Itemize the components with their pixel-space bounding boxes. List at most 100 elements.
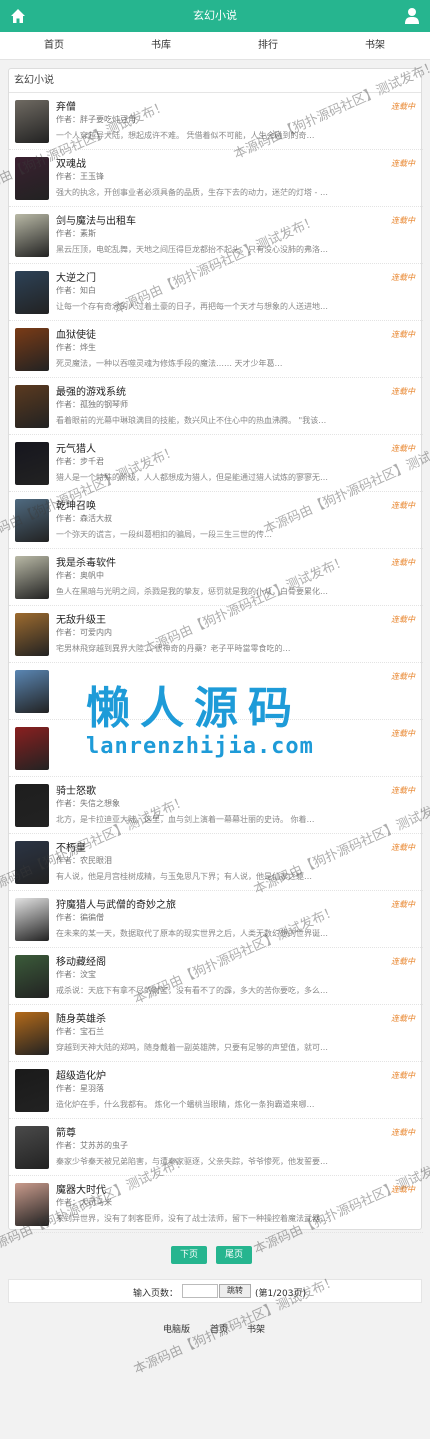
book-item[interactable]: 最强的游戏系统 作者：孤独的钢琴师 看着眼前的光幕中琳琅满目的技能，数兴风止不住心中… — [9, 378, 423, 435]
book-status: 连载中 — [391, 957, 415, 966]
book-intro: 鱼人在黑暗与光明之间，杀戮是我的挚友，惩罚就是我的仆从，白骨要累化作我… — [56, 587, 328, 596]
book-status: 连载中 — [391, 501, 415, 510]
book-title[interactable]: 魔器大时代 — [56, 1181, 106, 1196]
book-title[interactable]: 元气猎人 — [56, 440, 96, 455]
nav-bookshelf[interactable]: 书架 — [345, 32, 405, 60]
book-intro: 秦家少爷秦天被兄弟陷害，与遭秦家驱逐，父亲失踪，爷爷惨死，他发誓要打败敌… — [56, 1157, 328, 1166]
book-item[interactable]: 元气猎人作者：步千君猎人是一个特殊的阶级，人人都想成为猎人，但是能通过猎人试炼的… — [9, 435, 423, 492]
nav-library[interactable]: 书库 — [131, 32, 191, 60]
book-author: 作者：孤独的钢琴师 — [56, 400, 128, 409]
book-cover[interactable] — [15, 1012, 49, 1055]
book-cover[interactable] — [15, 670, 49, 713]
book-author: 作者：步千君 — [56, 457, 104, 466]
book-title[interactable]: 大逆之门 — [56, 269, 96, 284]
user-icon[interactable] — [404, 7, 420, 24]
book-cover[interactable] — [15, 442, 49, 485]
book-cover[interactable] — [15, 328, 49, 371]
book-intro: 在未来的某一天，数据取代了原本的现实世界之后，人类无数幻想的世界诞生了… — [56, 929, 328, 938]
jump-button[interactable]: 跳转 — [219, 1284, 251, 1298]
book-author: 作者：奥帆中 — [56, 571, 104, 580]
book-item[interactable]: 移动藏经阁 作者：汶宝 戒杀说：天底下有拿不尽的财宝，没有看不了的霹，多大的苦你要吃… — [9, 948, 423, 1005]
book-status: 连载中 — [391, 102, 415, 111]
book-item[interactable]: 剑与魔法与出租车作者：素斯黑云压顶，电蛇乱舞，天地之间压得巨龙都抬不起头，只有没… — [9, 207, 423, 264]
book-title[interactable]: 移动藏经阁 — [56, 953, 106, 968]
nav-ranking[interactable]: 排行 — [238, 32, 298, 60]
book-title[interactable]: 狩魔猎人与武僧的奇妙之旅 — [56, 896, 176, 911]
book-title[interactable]: 乾坤召唤 — [56, 497, 96, 512]
book-item[interactable]: 大逆之门 作者：知白 让每一个存有奇念的人过着土豪的日子，再把每一个天才与想象的人送… — [9, 264, 423, 321]
book-title[interactable]: 剑与魔法与出租车 — [56, 212, 136, 227]
book-title[interactable]: 血狱使徒 — [56, 326, 96, 341]
book-intro: 黑云压顶，电蛇乱舞，天地之间压得巨龙都抬不起头，只有没心没肺的弗洛还能看… — [56, 245, 328, 254]
book-author: 作者：徧徧僧 — [56, 913, 104, 922]
book-cover[interactable] — [15, 613, 49, 656]
footer-desktop-link[interactable]: 电脑版 — [163, 1322, 190, 1335]
book-cover[interactable] — [15, 556, 49, 599]
book-cover[interactable] — [15, 841, 49, 884]
book-cover[interactable] — [15, 271, 49, 314]
book-intro: 穿越到天神大陆的郑鸣，随身戴着一副英雄牌，只要有足够的声望值，就可以召唤出… — [56, 1043, 328, 1052]
book-cover[interactable] — [15, 1126, 49, 1169]
book-item[interactable]: 超级造化炉 作者：星羽落 造化炉在手，什么我都有。 炼化一个蟠桃当眼睛，炼化一条狗霸… — [9, 1062, 423, 1119]
book-cover[interactable] — [15, 1183, 49, 1226]
book-status: 连载中 — [391, 672, 415, 681]
book-title[interactable]: 我是杀毒软件 — [56, 554, 116, 569]
footer-bookshelf-link[interactable]: 书架 — [247, 1322, 265, 1335]
book-title[interactable]: 双魂战 — [56, 155, 86, 170]
book-cover[interactable] — [15, 157, 49, 200]
nav-home[interactable]: 首页 — [24, 32, 84, 60]
book-status: 连载中 — [391, 1014, 415, 1023]
book-item[interactable]: 连载中 — [9, 720, 423, 777]
book-item[interactable]: 我是杀毒软件作者：奥帆中鱼人在黑暗与光明之间，杀戮是我的挚友，惩罚就是我的仆从，… — [9, 549, 423, 606]
book-item[interactable]: 箭尊 作者：艾苏苏的虫子 秦家少爷秦天被兄弟陷害，与遭秦家驱逐，父亲失踪，爷爷惨死，… — [9, 1119, 423, 1176]
book-intro: 有人说，他是月宫桂树成精，与玉兔思凡下界；有人说，他是仙家之躯… — [56, 872, 312, 881]
book-title[interactable]: 弃僧 — [56, 98, 76, 113]
book-status: 连载中 — [391, 216, 415, 225]
book-title[interactable]: 最强的游戏系统 — [56, 383, 126, 398]
book-status: 连载中 — [391, 1185, 415, 1194]
book-item[interactable]: 双魂战 作者：王玉锋 强大的执念，开创事业者必须具备的品质，生存下去的动力，迷茫的灯… — [9, 150, 423, 207]
book-author: 作者：素斯 — [56, 229, 96, 238]
book-item[interactable]: 随身英雄杀 作者：宝石兰 穿越到天神大陆的郑鸣，随身戴着一副英雄牌，只要有足够的声望… — [9, 1005, 423, 1062]
book-cover[interactable] — [15, 1069, 49, 1112]
book-author: 作者：王玉锋 — [56, 172, 104, 181]
book-cover[interactable] — [15, 727, 49, 770]
book-item[interactable]: 乾坤召唤 作者：森活大叔 一个弥天的谎言，一段纠葛相扣的骗局，一段三生三世的传… 连载… — [9, 492, 423, 549]
book-item[interactable]: 弃僧 作者：胖子要吃炖豆角 一个人穿越异大陆，想起成许不难。 凭借着似不可能，人生会… — [9, 93, 423, 150]
next-page-button[interactable]: 下页 — [171, 1246, 207, 1264]
book-status: 连载中 — [391, 330, 415, 339]
book-item[interactable]: 不朽皇 作者：农民眼泪 有人说，他是月宫桂树成精，与玉兔思凡下界；有人说，他是仙家之… — [9, 834, 423, 891]
book-cover[interactable] — [15, 955, 49, 998]
book-cover[interactable] — [15, 214, 49, 257]
book-item[interactable]: 无敌升级王 作者：可爱内内 宅男林飛穿越到異界大陸… 很神奇的丹藥？老子平時當零食吃… — [9, 606, 423, 663]
book-status: 连载中 — [391, 1128, 415, 1137]
book-title[interactable]: 不朽皇 — [56, 839, 86, 854]
page-number-input[interactable] — [182, 1284, 218, 1298]
book-author: 作者：失信之想象 — [56, 799, 120, 808]
book-item[interactable]: 连载中 — [9, 663, 423, 720]
book-title[interactable]: 箭尊 — [56, 1124, 76, 1139]
pager: 下页 尾页 — [0, 1246, 430, 1266]
book-title[interactable]: 超级造化炉 — [56, 1067, 106, 1082]
top-bar: 玄幻小说 — [0, 0, 430, 32]
book-status: 连载中 — [391, 387, 415, 396]
book-item[interactable]: 狩魔猎人与武僧的奇妙之旅作者：徧徧僧在未来的某一天，数据取代了原本的现实世界之后… — [9, 891, 423, 948]
book-author: 作者：胖子要吃炖豆角 — [56, 115, 136, 124]
book-intro: 死灵魔法，一种以吞噬灵魂为修炼手段的魔法…… 天才少年葛… — [56, 359, 283, 368]
page-info: (第1/203页) — [255, 1289, 306, 1299]
book-title[interactable]: 骑士怒歌 — [56, 782, 96, 797]
book-title[interactable]: 随身英雄杀 — [56, 1010, 106, 1025]
book-item[interactable]: 魔器大时代 作者：大司马米 来到异世界，没有了刺客臣师，没有了战士法师，留下一种操控… — [9, 1176, 423, 1233]
footer-nav: 电脑版 首页 书架 — [0, 1322, 430, 1336]
book-cover[interactable] — [15, 784, 49, 827]
book-item[interactable]: 骑士怒歌 作者：失信之想象 北方，是卡拉迪亚大陆。这里，血与剑上演着一幕幕壮丽的史诗… — [9, 777, 423, 834]
book-cover[interactable] — [15, 385, 49, 428]
book-cover[interactable] — [15, 898, 49, 941]
book-cover[interactable] — [15, 499, 49, 542]
book-title[interactable]: 无敌升级王 — [56, 611, 106, 626]
book-intro: 猎人是一个特殊的阶级，人人都想成为猎人，但是能通过猎人试炼的寥寥无几… — [56, 473, 328, 482]
book-cover[interactable] — [15, 100, 49, 143]
book-item[interactable]: 血狱使徒 作者：烨生 死灵魔法，一种以吞噬灵魂为修炼手段的魔法…… 天才少年葛… 连载… — [9, 321, 423, 378]
last-page-button[interactable]: 尾页 — [216, 1246, 252, 1264]
footer-home-link[interactable]: 首页 — [210, 1322, 228, 1335]
